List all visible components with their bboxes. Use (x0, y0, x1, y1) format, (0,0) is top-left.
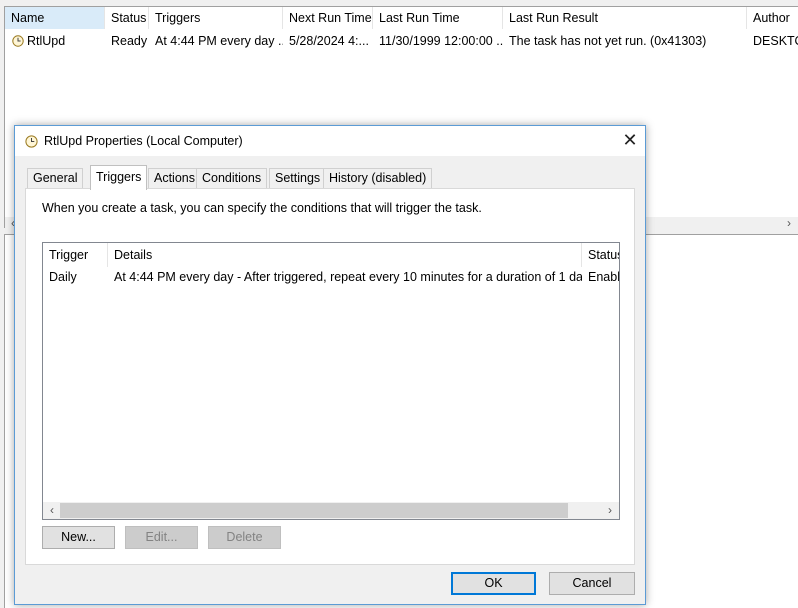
triggers-list[interactable]: Trigger Details Status Daily At 4:44 PM … (42, 242, 620, 520)
task-row-author[interactable]: DESKTOP (747, 31, 798, 51)
task-row-status[interactable]: Ready (105, 31, 149, 51)
task-row-next-run-time[interactable]: 5/28/2024 4:... (283, 31, 373, 51)
column-header-trigger-status[interactable]: Status (582, 243, 619, 267)
trigger-row-status[interactable]: Enabled (582, 267, 619, 287)
delete-trigger-button[interactable]: Delete (208, 526, 281, 549)
tab-strip: General Triggers Actions Conditions Sett… (25, 165, 635, 190)
task-row-last-run-time[interactable]: 11/30/1999 12:00:00 ... (373, 31, 503, 51)
triggers-horizontal-scrollbar[interactable]: ‹ › (43, 502, 619, 519)
column-header-trigger[interactable]: Trigger (43, 243, 108, 267)
new-trigger-button[interactable]: New... (42, 526, 115, 549)
column-header-author[interactable]: Author (747, 7, 798, 29)
scrollbar-thumb[interactable] (60, 503, 568, 518)
edit-trigger-button[interactable]: Edit... (125, 526, 198, 549)
scroll-left-icon[interactable]: ‹ (46, 504, 58, 516)
column-header-next-run-time[interactable]: Next Run Time (283, 7, 373, 29)
column-header-triggers[interactable]: Triggers (149, 7, 283, 29)
tab-triggers[interactable]: Triggers (90, 165, 148, 190)
column-header-last-run-time[interactable]: Last Run Time (373, 7, 503, 29)
trigger-row-details[interactable]: At 4:44 PM every day - After triggered, … (108, 267, 582, 287)
column-header-status[interactable]: Status (105, 7, 149, 29)
task-row-last-run-result[interactable]: The task has not yet run. (0x41303) (503, 31, 747, 51)
properties-dialog: RtlUpd Properties (Local Computer) ✕ Gen… (14, 125, 646, 605)
tab-general[interactable]: General (27, 168, 84, 189)
column-header-name[interactable]: Name (5, 7, 105, 29)
scroll-right-icon[interactable]: › (604, 504, 616, 516)
task-clock-icon (25, 135, 38, 148)
scroll-right-icon[interactable]: › (783, 217, 795, 228)
task-row-triggers[interactable]: At 4:44 PM every day ... (149, 31, 283, 51)
column-header-last-run-result[interactable]: Last Run Result (503, 7, 747, 29)
triggers-description: When you create a task, you can specify … (42, 201, 482, 215)
ok-button[interactable]: OK (451, 572, 536, 595)
tab-settings[interactable]: Settings (269, 168, 327, 189)
column-header-details[interactable]: Details (108, 243, 582, 267)
dialog-titlebar[interactable]: RtlUpd Properties (Local Computer) ✕ (15, 126, 645, 156)
task-row-name[interactable]: RtlUpd (21, 31, 105, 51)
cancel-button[interactable]: Cancel (549, 572, 635, 595)
tab-history[interactable]: History (disabled) (323, 168, 433, 189)
tab-actions[interactable]: Actions (148, 168, 201, 189)
close-icon[interactable]: ✕ (615, 126, 645, 156)
trigger-row-type[interactable]: Daily (43, 267, 108, 287)
tab-conditions[interactable]: Conditions (196, 168, 268, 189)
triggers-tab-page: When you create a task, you can specify … (25, 188, 635, 565)
dialog-title: RtlUpd Properties (Local Computer) (44, 134, 243, 148)
